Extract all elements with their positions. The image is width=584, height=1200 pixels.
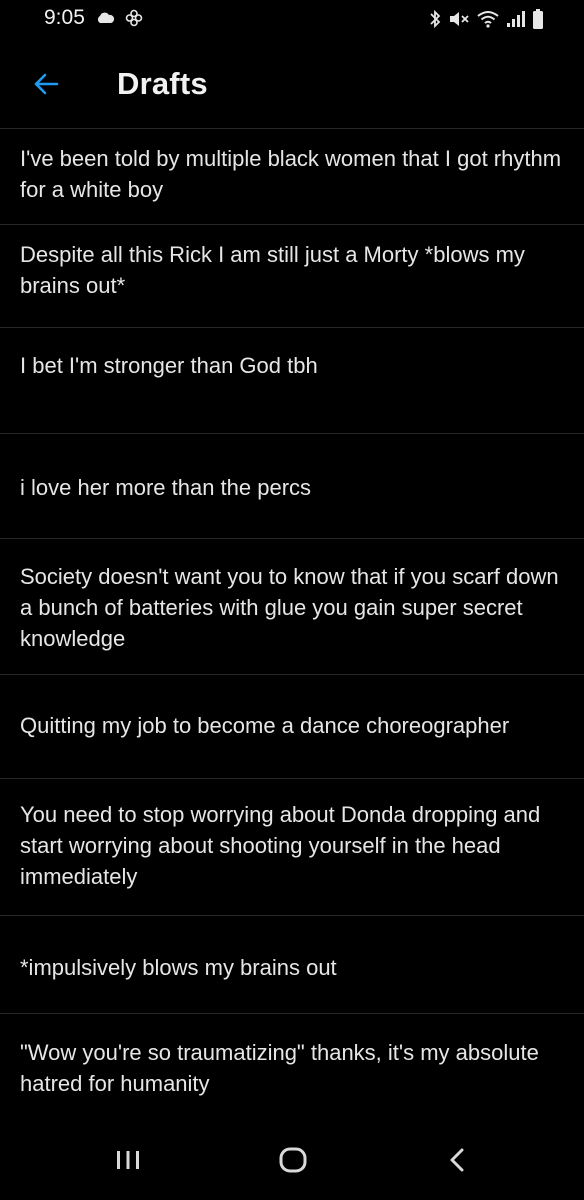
- draft-text: Society doesn't want you to know that if…: [20, 564, 559, 651]
- draft-item[interactable]: I bet I'm stronger than God tbh: [0, 327, 584, 433]
- draft-item[interactable]: Despite all this Rick I am still just a …: [0, 224, 584, 327]
- draft-text: You need to stop worrying about Donda dr…: [20, 802, 541, 889]
- nav-back-button[interactable]: [427, 1140, 487, 1184]
- pinwheel-icon: [125, 9, 143, 27]
- draft-text: Quitting my job to become a dance choreo…: [20, 713, 510, 738]
- draft-item[interactable]: "Wow you're so traumatizing" thanks, it'…: [0, 1013, 584, 1122]
- back-button[interactable]: [22, 62, 70, 110]
- draft-text: "Wow you're so traumatizing" thanks, it'…: [20, 1040, 539, 1096]
- draft-text: i love her more than the percs: [20, 475, 312, 500]
- bluetooth-icon: [428, 9, 442, 29]
- draft-text: *impulsively blows my brains out: [20, 955, 337, 980]
- status-time: 9:05: [44, 6, 85, 29]
- arrow-left-icon: [33, 72, 59, 101]
- draft-item[interactable]: Quitting my job to become a dance choreo…: [0, 674, 584, 778]
- status-bar: 9:05: [0, 0, 584, 44]
- recent-apps-icon: [115, 1148, 141, 1177]
- drafts-list: I've been told by multiple black women t…: [0, 128, 584, 1122]
- draft-text: I bet I'm stronger than God tbh: [20, 353, 318, 378]
- back-icon: [447, 1147, 467, 1178]
- draft-text: Despite all this Rick I am still just a …: [20, 242, 525, 298]
- battery-icon: [532, 8, 544, 30]
- home-icon: [278, 1147, 308, 1178]
- app-header: Drafts: [0, 44, 584, 128]
- draft-item[interactable]: I've been told by multiple black women t…: [0, 128, 584, 224]
- draft-item[interactable]: Society doesn't want you to know that if…: [0, 538, 584, 674]
- cloud-icon: [95, 12, 115, 24]
- wifi-icon: [476, 9, 500, 29]
- recent-apps-button[interactable]: [98, 1140, 158, 1184]
- draft-item[interactable]: *impulsively blows my brains out: [0, 915, 584, 1013]
- status-right: [428, 8, 544, 30]
- system-nav-bar: [0, 1122, 584, 1200]
- home-button[interactable]: [263, 1140, 323, 1184]
- draft-item[interactable]: You need to stop worrying about Donda dr…: [0, 778, 584, 915]
- mute-icon: [448, 9, 470, 29]
- status-left: 9:05: [44, 6, 143, 30]
- draft-text: I've been told by multiple black women t…: [20, 146, 562, 202]
- page-title: Drafts: [117, 66, 208, 101]
- signal-icon: [506, 9, 526, 29]
- draft-item[interactable]: i love her more than the percs: [0, 433, 584, 538]
